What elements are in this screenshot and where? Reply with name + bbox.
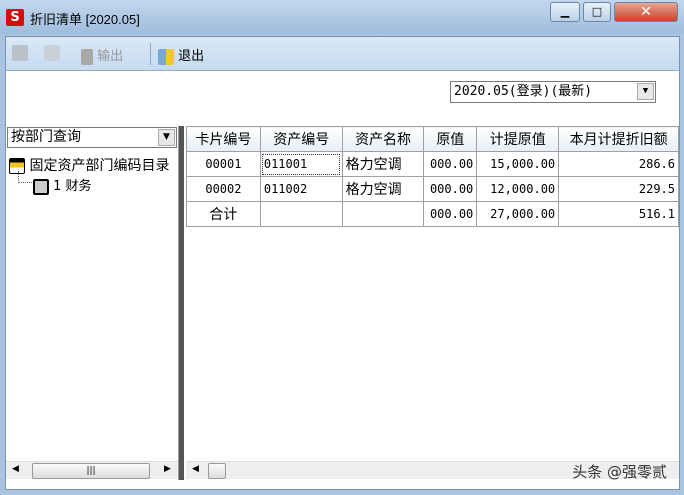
app-logo: S bbox=[6, 9, 24, 26]
splitter[interactable] bbox=[179, 126, 184, 480]
tree-root-label: 固定资产部门编码目录 bbox=[29, 158, 170, 174]
cell[interactable]: 00001 bbox=[186, 151, 261, 177]
maximize-button[interactable]: □ bbox=[583, 2, 611, 22]
column-header[interactable]: 本月计提折旧额 bbox=[558, 126, 679, 152]
cell[interactable]: 27,000.00 bbox=[476, 201, 560, 227]
depreciation-table: 卡片编号 资产编号 资产名称 原值 计提原值 本月计提折旧额 00001 011… bbox=[186, 126, 679, 462]
cell[interactable]: 516.1 bbox=[558, 201, 679, 227]
tree-item-label: 1 财务 bbox=[53, 179, 92, 194]
preview-button[interactable] bbox=[44, 45, 60, 61]
toolbar: 输出 退出 bbox=[6, 37, 679, 71]
watermark: 头条 @强零贰 bbox=[572, 463, 667, 481]
table-row[interactable]: 00002 011002 格力空调 000.00 12,000.00 229.5 bbox=[186, 176, 679, 202]
document-icon bbox=[33, 178, 49, 195]
column-header[interactable]: 资产名称 bbox=[341, 126, 425, 152]
cell[interactable]: 000.00 bbox=[423, 201, 478, 227]
cell[interactable]: 格力空调 bbox=[341, 151, 425, 177]
toolbar-divider bbox=[150, 43, 151, 65]
chevron-down-icon[interactable]: ▼ bbox=[637, 83, 654, 100]
exit-button[interactable]: 退出 bbox=[158, 45, 204, 65]
exit-label: 退出 bbox=[178, 49, 205, 64]
window-title: 折旧清单 [2020.05] bbox=[30, 12, 140, 27]
left-horizontal-scrollbar[interactable]: ◀ ||| ▶ bbox=[6, 461, 178, 479]
cell[interactable]: 合计 bbox=[186, 201, 261, 227]
cell[interactable] bbox=[341, 201, 425, 227]
column-header[interactable]: 卡片编号 bbox=[186, 126, 261, 152]
tree-connector bbox=[18, 171, 32, 183]
main-window: 输出 退出 2020.05(登录)(最新) ▼ 按部门查询 ▼ 固定资产部门编码… bbox=[5, 36, 680, 490]
column-header[interactable]: 原值 bbox=[423, 126, 478, 152]
left-panel: 按部门查询 ▼ 固定资产部门编码目录 1 财务 ◀ ||| ▶ bbox=[6, 126, 179, 480]
column-header[interactable]: 计提原值 bbox=[476, 126, 560, 152]
scroll-thumb[interactable]: ||| bbox=[32, 463, 150, 479]
table-header: 卡片编号 资产编号 资产名称 原值 计提原值 本月计提折旧额 bbox=[186, 126, 679, 152]
cell[interactable]: 15,000.00 bbox=[476, 151, 560, 177]
scroll-thumb[interactable] bbox=[208, 463, 226, 479]
print-button[interactable] bbox=[12, 45, 28, 61]
cell[interactable]: 229.5 bbox=[558, 176, 679, 202]
close-button[interactable]: ✕ bbox=[614, 2, 678, 22]
cell[interactable]: 12,000.00 bbox=[476, 176, 560, 202]
export-button[interactable]: 输出 bbox=[81, 45, 123, 65]
scroll-right-icon[interactable]: ▶ bbox=[164, 464, 171, 474]
cell[interactable]: 000.00 bbox=[423, 151, 478, 177]
print-icon bbox=[12, 45, 28, 61]
scroll-left-icon[interactable]: ◀ bbox=[192, 464, 199, 474]
preview-icon bbox=[44, 45, 60, 61]
cell[interactable]: 286.6 bbox=[558, 151, 679, 177]
period-select[interactable]: 2020.05(登录)(最新) ▼ bbox=[450, 81, 656, 103]
period-select-value: 2020.05(登录)(最新) bbox=[454, 84, 593, 99]
export-label: 输出 bbox=[97, 49, 124, 64]
table-total-row[interactable]: 合计 000.00 27,000.00 516.1 bbox=[186, 201, 679, 227]
title-bar: S 折旧清单 [2020.05] ▁ □ ✕ bbox=[0, 0, 684, 34]
tree-root[interactable]: 固定资产部门编码目录 bbox=[9, 155, 169, 175]
query-mode-value: 按部门查询 bbox=[11, 129, 81, 145]
table-row[interactable]: 00001 011001 格力空调 000.00 15,000.00 286.6 bbox=[186, 151, 679, 177]
cell[interactable]: 00002 bbox=[186, 176, 261, 202]
scroll-left-icon[interactable]: ◀ bbox=[12, 464, 19, 474]
cell[interactable]: 格力空调 bbox=[341, 176, 425, 202]
cell[interactable] bbox=[259, 201, 343, 227]
column-header[interactable]: 资产编号 bbox=[259, 126, 343, 152]
minimize-button[interactable]: ▁ bbox=[550, 2, 580, 22]
tree-item-finance[interactable]: 1 财务 bbox=[33, 175, 92, 195]
query-mode-select[interactable]: 按部门查询 ▼ bbox=[7, 127, 177, 148]
cell[interactable]: 011001 bbox=[259, 151, 343, 177]
exit-icon bbox=[158, 48, 174, 65]
cell[interactable]: 011002 bbox=[259, 176, 343, 202]
export-icon bbox=[81, 48, 93, 65]
chevron-down-icon[interactable]: ▼ bbox=[158, 129, 175, 146]
cell[interactable]: 000.00 bbox=[423, 176, 478, 202]
